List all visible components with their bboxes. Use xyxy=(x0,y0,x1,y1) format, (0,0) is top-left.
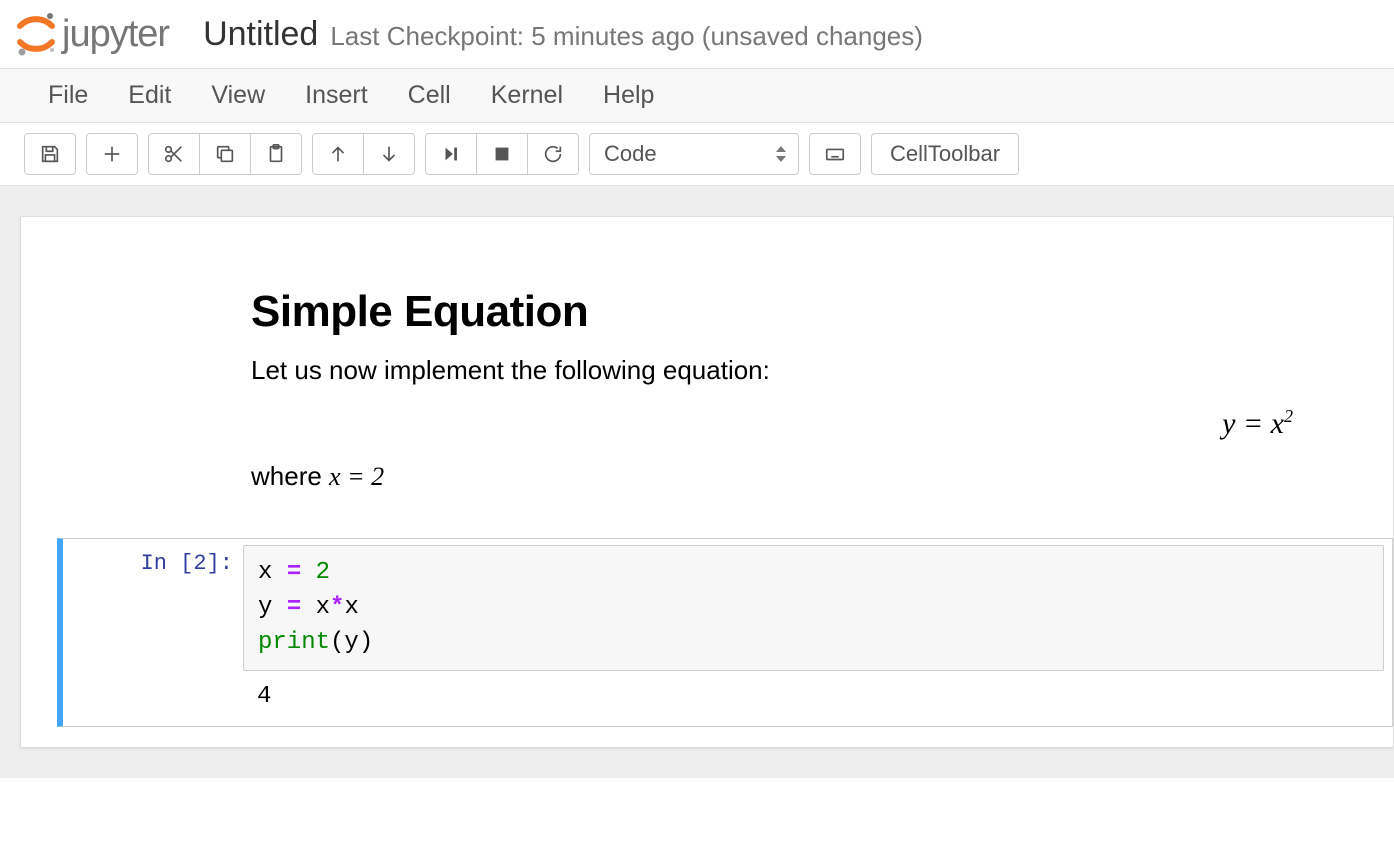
title-area: Untitled Last Checkpoint: 5 minutes ago … xyxy=(203,15,923,54)
command-palette-button[interactable] xyxy=(809,133,861,175)
arrow-up-icon xyxy=(327,143,349,165)
save-icon xyxy=(39,143,61,165)
jupyter-logo-text: jupyter xyxy=(62,13,169,56)
markdown-cell[interactable]: Simple Equation Let us now implement the… xyxy=(21,257,1393,526)
restart-button[interactable] xyxy=(528,133,579,175)
menu-help[interactable]: Help xyxy=(603,81,654,110)
plus-icon xyxy=(101,143,123,165)
interrupt-button[interactable] xyxy=(477,133,528,175)
menu-cell[interactable]: Cell xyxy=(408,81,451,110)
menu-file[interactable]: File xyxy=(48,81,88,110)
run-button[interactable] xyxy=(425,133,477,175)
checkpoint-status: Last Checkpoint: 5 minutes ago (unsaved … xyxy=(330,21,923,52)
notebook-container: Simple Equation Let us now implement the… xyxy=(0,186,1394,778)
copy-button[interactable] xyxy=(200,133,251,175)
notebook-header: jupyter Untitled Last Checkpoint: 5 minu… xyxy=(0,0,1394,69)
run-group xyxy=(425,133,579,175)
restart-icon xyxy=(542,143,564,165)
cell-toolbar-label: CellToolbar xyxy=(890,141,1000,167)
add-cell-button[interactable] xyxy=(86,133,138,175)
move-group xyxy=(312,133,415,175)
cell-type-value: Code xyxy=(604,141,657,167)
where-math: x = 2 xyxy=(329,462,384,491)
code-input[interactable]: x = 2 y = x*x print(y) xyxy=(243,545,1384,671)
menu-kernel[interactable]: Kernel xyxy=(491,81,563,110)
menubar: File Edit View Insert Cell Kernel Help xyxy=(0,69,1394,123)
move-up-button[interactable] xyxy=(312,133,364,175)
menu-view[interactable]: View xyxy=(211,81,265,110)
scissors-icon xyxy=(163,143,185,165)
markdown-intro: Let us now implement the following equat… xyxy=(251,355,1353,386)
cell-toolbar-button[interactable]: CellToolbar xyxy=(871,133,1019,175)
menu-insert[interactable]: Insert xyxy=(305,81,368,110)
copy-icon xyxy=(214,143,236,165)
edit-group xyxy=(148,133,302,175)
paste-icon xyxy=(265,143,287,165)
stop-icon xyxy=(491,143,513,165)
jupyter-logo-icon xyxy=(12,10,60,58)
cell-type-select[interactable]: Code xyxy=(589,133,799,175)
where-prefix: where xyxy=(251,461,329,491)
code-output: 4 xyxy=(243,677,285,726)
output-prompt-spacer: . xyxy=(63,677,243,726)
code-cell[interactable]: In [2]: x = 2 y = x*x print(y) . 4 xyxy=(57,538,1393,727)
cut-button[interactable] xyxy=(148,133,200,175)
keyboard-icon xyxy=(824,143,846,165)
move-down-button[interactable] xyxy=(364,133,415,175)
menu-edit[interactable]: Edit xyxy=(128,81,171,110)
toolbar: Code CellToolbar xyxy=(0,123,1394,186)
step-forward-icon xyxy=(440,143,462,165)
markdown-heading: Simple Equation xyxy=(251,287,1353,337)
paste-button[interactable] xyxy=(251,133,302,175)
jupyter-logo[interactable]: jupyter xyxy=(12,10,169,58)
arrow-down-icon xyxy=(378,143,400,165)
notebook-title[interactable]: Untitled xyxy=(203,15,318,54)
equation-block: y = x2 xyxy=(251,400,1353,461)
notebook: Simple Equation Let us now implement the… xyxy=(20,216,1394,748)
save-button[interactable] xyxy=(24,133,76,175)
input-prompt: In [2]: xyxy=(63,539,243,677)
markdown-where: where x = 2 xyxy=(251,461,1353,492)
